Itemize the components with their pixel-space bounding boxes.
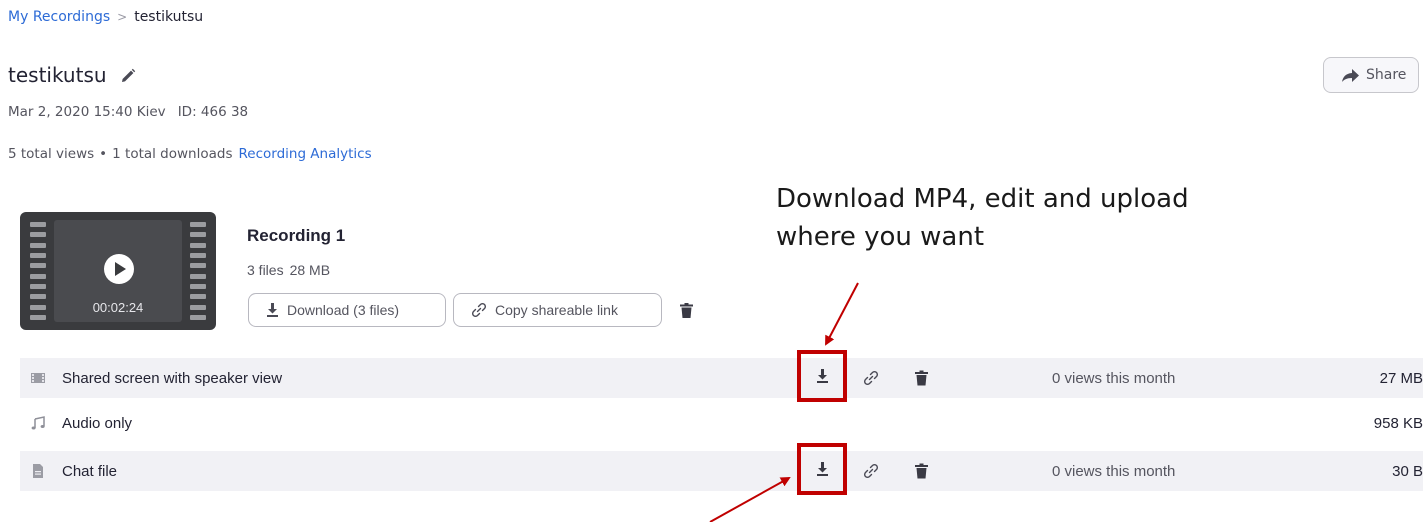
breadcrumb: My Recordings > testikutsu — [8, 9, 203, 25]
trash-icon[interactable] — [915, 463, 928, 479]
file-views: 0 views this month — [1052, 462, 1176, 480]
breadcrumb-separator: > — [117, 10, 128, 24]
file-name[interactable]: Shared screen with speaker view — [62, 370, 282, 387]
play-icon[interactable] — [104, 254, 134, 284]
music-note-icon — [31, 416, 45, 430]
file-size: 958 KB — [1373, 414, 1423, 432]
recording-analytics-link[interactable]: Recording Analytics — [239, 146, 372, 162]
meeting-id: ID: 466 38 — [177, 104, 249, 120]
link-icon — [471, 302, 487, 318]
recording-title: Recording 1 — [247, 226, 346, 245]
meeting-meta: Mar 2, 2020 15:40 Kiev ID: 466 38 — [8, 104, 308, 120]
file-size: 30 B — [1392, 462, 1423, 480]
share-label: Share — [1366, 67, 1407, 83]
download-icon — [816, 369, 828, 383]
annotation-line-2: where you want — [776, 222, 985, 252]
file-row[interactable]: Audio only 958 KB — [20, 405, 1423, 441]
recording-file-count: 3 files — [247, 262, 284, 278]
breadcrumb-current: testikutsu — [134, 9, 204, 25]
recording-size: 28 MB — [289, 262, 331, 278]
file-row[interactable]: Shared screen with speaker view 0 views … — [20, 350, 1423, 402]
stats-bullet: • — [99, 146, 108, 162]
annotation-line-1: Download MP4, edit and upload — [776, 184, 1189, 214]
meeting-date: Mar 2, 2020 15:40 Kiev — [8, 104, 166, 120]
link-icon[interactable] — [863, 463, 879, 479]
annotation-text: Download MP4, edit and upload where you … — [776, 180, 1296, 256]
download-all-label: Download (3 files) — [287, 302, 400, 318]
document-icon — [33, 464, 43, 478]
total-views: 5 total views — [8, 146, 95, 162]
file-views: 0 views this month — [1052, 369, 1176, 387]
link-icon[interactable] — [863, 370, 879, 386]
total-downloads: 1 total downloads — [112, 146, 233, 162]
file-download-button[interactable] — [797, 350, 847, 402]
copy-link-label: Copy shareable link — [495, 302, 618, 318]
trash-icon[interactable] — [915, 370, 928, 386]
page-title: testikutsu — [8, 63, 137, 87]
file-name[interactable]: Chat file — [62, 463, 117, 480]
download-icon — [267, 303, 278, 317]
meeting-title: testikutsu — [8, 63, 107, 87]
download-icon — [816, 462, 828, 476]
edit-pencil-icon[interactable] — [119, 66, 137, 84]
copy-shareable-link-button[interactable]: Copy shareable link — [453, 293, 662, 327]
annotation-arrow-top — [825, 282, 859, 346]
file-name[interactable]: Audio only — [62, 415, 132, 432]
file-download-button[interactable] — [797, 443, 847, 495]
recording-duration: 00:02:24 — [92, 300, 144, 315]
recording-summary: 3 files 28 MB — [247, 262, 330, 278]
breadcrumb-my-recordings-link[interactable]: My Recordings — [8, 9, 110, 25]
file-size: 27 MB — [1379, 369, 1423, 387]
recording-thumbnail[interactable]: 00:02:24 — [20, 212, 216, 330]
share-arrow-icon — [1342, 68, 1359, 82]
share-button[interactable]: Share — [1323, 57, 1419, 93]
file-row[interactable]: Chat file 0 views this month 30 B — [20, 443, 1423, 495]
film-icon — [31, 373, 45, 383]
delete-recording-trash-icon[interactable] — [680, 303, 693, 323]
meeting-stats: 5 total views • 1 total downloads Recording… — [8, 146, 372, 162]
download-all-button[interactable]: Download (3 files) — [248, 293, 446, 327]
